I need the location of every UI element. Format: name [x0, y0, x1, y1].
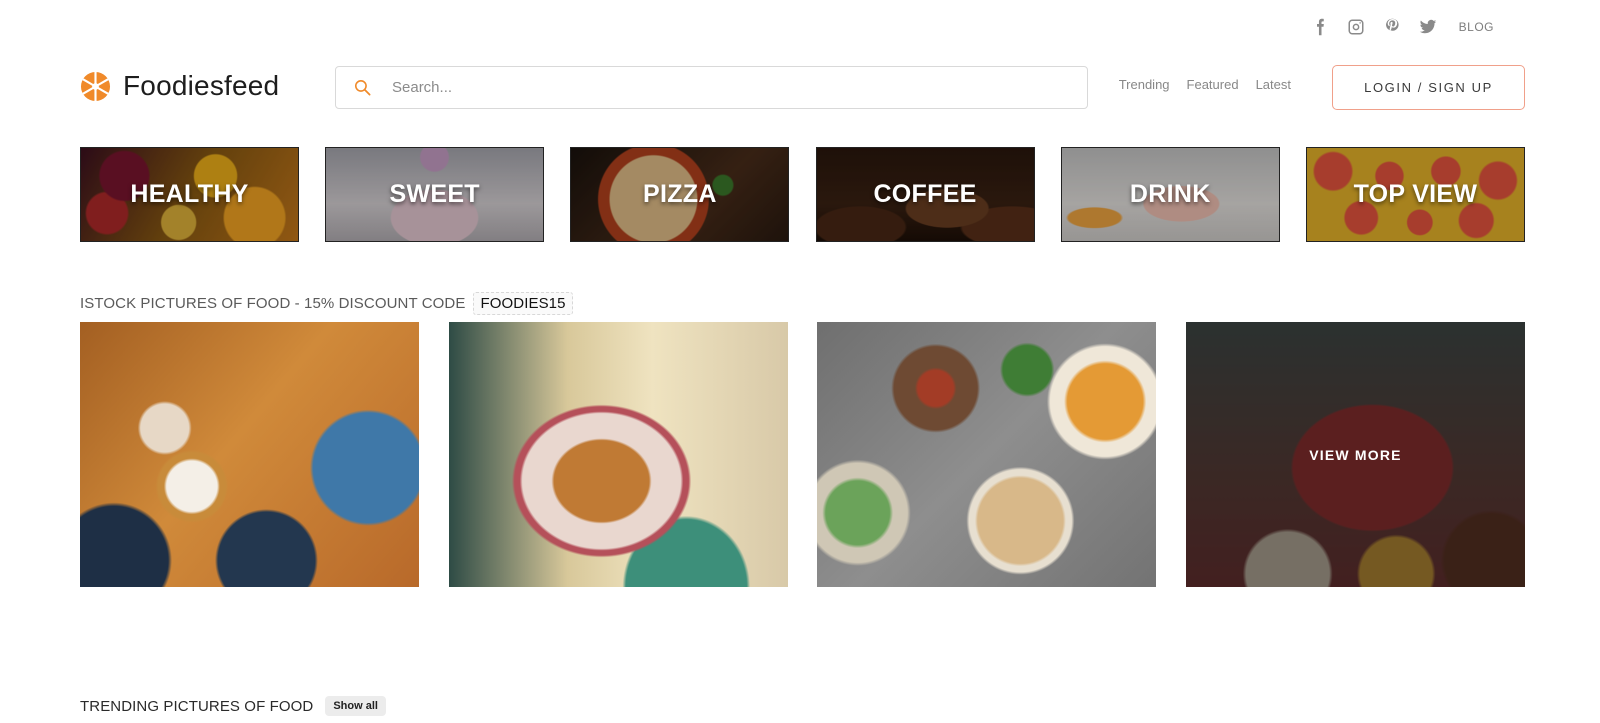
search-bar[interactable]: [335, 66, 1088, 109]
show-all-button[interactable]: Show all: [325, 696, 386, 716]
istock-section-title: ISTOCK PICTURES OF FOOD - 15% DISCOUNT C…: [80, 292, 573, 315]
brand-logo[interactable]: Foodiesfeed: [80, 70, 335, 102]
istock-photo-view-more[interactable]: VIEW MORE: [1185, 322, 1525, 587]
trending-section-header: TRENDING PICTURES OF FOOD Show all: [80, 696, 386, 716]
category-label: PIZZA: [643, 180, 717, 208]
istock-photo-breakfast-table[interactable]: [80, 322, 419, 587]
search-icon: [336, 78, 388, 97]
instagram-icon[interactable]: [1347, 16, 1365, 38]
foodiesfeed-logo-icon: [80, 71, 111, 101]
category-pizza[interactable]: PIZZA: [570, 147, 790, 242]
category-label: SWEET: [389, 180, 480, 208]
category-coffee[interactable]: COFFEE: [815, 147, 1035, 242]
category-top-view[interactable]: TOP VIEW: [1305, 147, 1525, 242]
category-label: COFFEE: [873, 180, 977, 208]
category-label: HEALTHY: [130, 180, 249, 208]
pinterest-icon[interactable]: [1383, 16, 1401, 38]
category-label: DRINK: [1129, 180, 1211, 208]
istock-photo-thai-spread[interactable]: [817, 322, 1157, 587]
trending-title: TRENDING PICTURES OF FOOD: [80, 697, 314, 715]
nav-trending[interactable]: Trending: [1119, 77, 1170, 92]
login-signup-button[interactable]: LOGIN / SIGN UP: [1332, 65, 1525, 110]
site-header: Foodiesfeed Trending Featured Latest LOG…: [80, 63, 1525, 110]
brand-name: Foodiesfeed: [123, 70, 280, 101]
nav-latest[interactable]: Latest: [1256, 77, 1291, 92]
istock-photo-noodle-bowl[interactable]: [448, 322, 788, 587]
category-drink[interactable]: DRINK: [1060, 147, 1280, 242]
discount-code[interactable]: FOODIES15: [473, 292, 573, 315]
search-input[interactable]: [388, 79, 1068, 96]
main-nav: Trending Featured Latest: [1119, 77, 1291, 92]
istock-title-text: ISTOCK PICTURES OF FOOD - 15% DISCOUNT C…: [80, 295, 466, 312]
social-bar: BLOG: [1311, 16, 1494, 38]
category-healthy[interactable]: HEALTHY: [80, 147, 299, 242]
category-tiles: HEALTHY SWEET PIZZA COFFEE DRINK TOP VIE…: [80, 147, 1525, 242]
category-sweet[interactable]: SWEET: [325, 147, 545, 242]
category-label: TOP VIEW: [1353, 180, 1478, 208]
nav-featured[interactable]: Featured: [1187, 77, 1239, 92]
view-more-label: VIEW MORE: [1309, 446, 1402, 463]
blog-link[interactable]: BLOG: [1459, 20, 1494, 34]
facebook-icon[interactable]: [1311, 16, 1329, 38]
twitter-icon[interactable]: [1419, 16, 1437, 38]
istock-photo-grid: VIEW MORE: [80, 322, 1525, 587]
